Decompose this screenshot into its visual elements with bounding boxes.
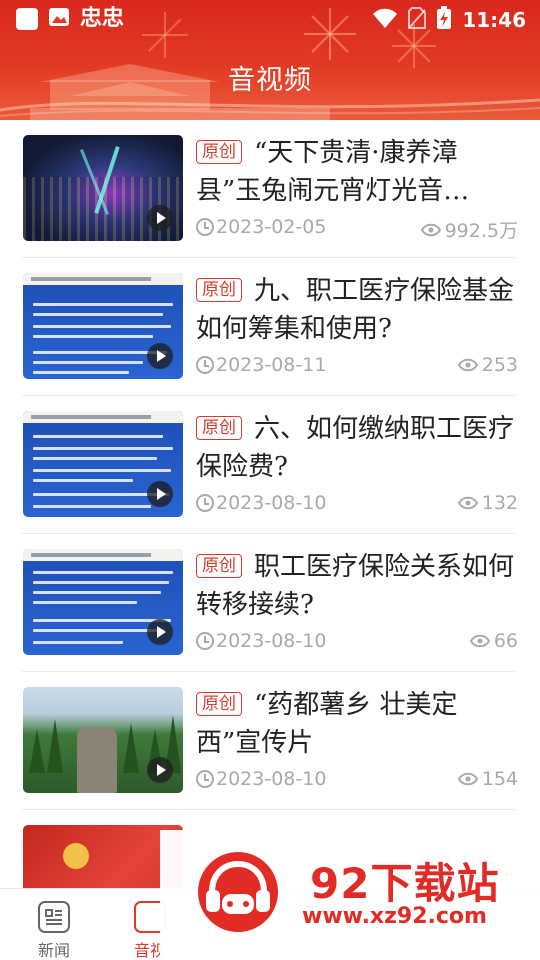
list-item[interactable]: 原创 “药都薯乡 壮美定西”宣传片 2023-08-10 154 [0,672,540,810]
original-tag: 原创 [196,692,242,716]
video-title[interactable]: 原创 “药都薯乡 壮美定西”宣传片 [196,686,520,762]
watermark-url: www.xz92.com [302,904,487,929]
status-app-name: 忠忠 [80,6,125,31]
eye-icon [457,772,478,786]
header: 忠忠 11:46 音视频 [0,0,540,120]
notification-square-icon [16,8,38,30]
news-icon [38,901,70,933]
watermark: 92下载站 www.xz92.com [160,830,540,960]
original-tag: 原创 [196,278,242,302]
video-meta: 2023-02-05 992.5万 [196,216,520,242]
eye-icon [420,223,441,236]
video-thumbnail[interactable] [23,135,183,241]
video-thumbnail[interactable] [23,687,183,793]
play-icon[interactable] [147,205,173,231]
video-meta: 2023-08-10 154 [196,768,520,794]
video-title[interactable]: 原创 职工医疗保险关系如何转移接续? [196,548,520,624]
publish-date: 2023-08-11 [216,354,327,376]
video-title-text: 六、如何缴纳职工医疗保险费? [196,414,515,482]
view-count: 154 [481,768,518,790]
clock-icon [196,770,214,788]
list-item[interactable]: 原创 六、如何缴纳职工医疗保险费? 2023-08-10 132 [0,396,540,534]
video-thumbnail[interactable] [23,549,183,655]
video-title[interactable]: 原创 九、职工医疗保险基金如何筹集和使用? [196,272,520,348]
watermark-logo [198,852,278,932]
battery-charging-icon [436,6,452,34]
original-tag: 原创 [196,140,242,164]
play-icon[interactable] [147,343,173,369]
publish-date: 2023-08-10 [216,768,327,790]
play-icon[interactable] [147,757,173,783]
play-icon[interactable] [147,481,173,507]
video-title[interactable]: 原创 六、如何缴纳职工医疗保险费? [196,410,520,486]
publish-date: 2023-08-10 [216,492,327,514]
video-meta: 2023-08-10 132 [196,492,520,518]
video-meta: 2023-08-11 253 [196,354,520,380]
nav-item-news[interactable]: 新闻 [24,897,84,960]
eye-icon [469,634,490,648]
publish-date: 2023-02-05 [216,216,327,238]
nav-label: 新闻 [37,941,70,960]
clock-icon [196,494,214,512]
status-time: 11:46 [462,8,526,32]
video-meta: 2023-08-10 66 [196,630,520,656]
status-bar: 忠忠 11:46 [0,0,540,38]
video-title[interactable]: 原创 “天下贵清·康养漳县”玉兔闹元宵灯光音… [196,134,520,210]
view-count: 992.5万 [444,220,518,242]
publish-date: 2023-08-10 [216,630,327,652]
list-item[interactable]: 原创 职工医疗保险关系如何转移接续? 2023-08-10 66 [0,534,540,672]
view-count: 132 [481,492,518,514]
eye-icon [457,358,478,372]
page-title: 音视频 [228,65,312,96]
clock-icon [196,356,214,374]
video-thumbnail[interactable] [23,273,183,379]
eye-icon [457,496,478,510]
play-icon[interactable] [147,619,173,645]
clock-icon [196,218,214,236]
wifi-icon [372,7,398,33]
no-sim-icon [408,7,427,33]
list-item[interactable]: 原创 “天下贵清·康养漳县”玉兔闹元宵灯光音… 2023-02-05 992.5万 [0,120,540,258]
list-item[interactable]: 原创 九、职工医疗保险基金如何筹集和使用? 2023-08-11 253 [0,258,540,396]
image-icon [48,7,70,31]
original-tag: 原创 [196,416,242,440]
original-tag: 原创 [196,554,242,578]
view-count: 253 [481,354,518,376]
video-title-text: 职工医疗保险关系如何转移接续? [196,552,515,620]
view-count: 66 [493,630,518,652]
watermark-brand: 92下载站 [310,859,500,908]
video-title-text: 九、职工医疗保险基金如何筹集和使用? [196,276,515,344]
clock-icon [196,632,214,650]
video-thumbnail[interactable] [23,411,183,517]
